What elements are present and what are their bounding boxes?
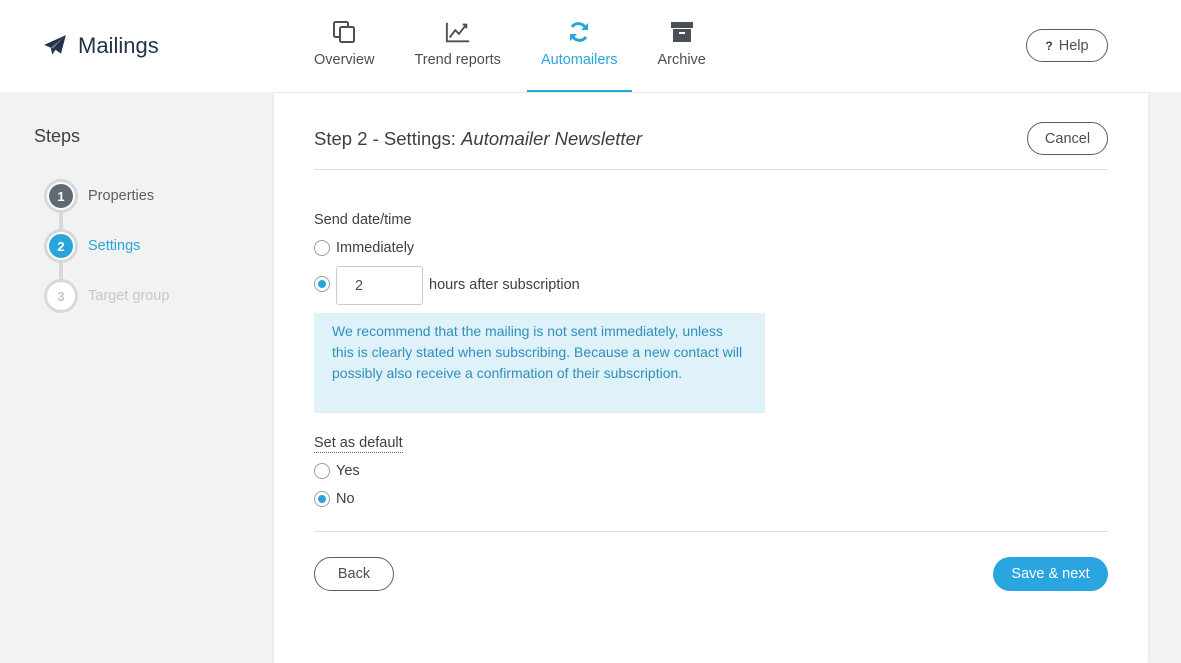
help-label: Help <box>1058 37 1089 54</box>
save-next-button[interactable]: Save & next <box>993 557 1108 591</box>
radio-button[interactable] <box>314 491 330 507</box>
radio-hours-after[interactable] <box>314 276 330 292</box>
refresh-icon <box>566 20 592 44</box>
top-bar: Mailings Overview Trend reports Automail… <box>0 0 1181 92</box>
step-properties[interactable]: 1 Properties <box>44 179 154 213</box>
nav-archive-label: Archive <box>657 52 706 68</box>
radio-default-yes[interactable]: Yes <box>314 463 360 479</box>
question-icon: ? <box>1045 38 1053 53</box>
step-number-badge: 1 <box>44 179 78 213</box>
step-number: 3 <box>49 284 73 308</box>
brand[interactable]: Mailings <box>42 33 159 59</box>
page-title: Step 2 - Settings: Automailer Newsletter <box>314 128 642 150</box>
nav-overview[interactable]: Overview <box>300 0 388 92</box>
copy-icon <box>331 20 357 44</box>
radio-immediately[interactable]: Immediately <box>314 240 414 256</box>
main-nav: Overview Trend reports Automailers Archi… <box>300 0 720 92</box>
step-number: 2 <box>49 234 73 258</box>
radio-no-label: No <box>336 491 355 507</box>
nav-trend-reports[interactable]: Trend reports <box>400 0 515 92</box>
step-label: Properties <box>88 188 155 204</box>
step-label: Settings <box>88 238 141 254</box>
hours-suffix-label: hours after subscription <box>429 277 580 293</box>
set-default-label: Set as default <box>314 435 403 453</box>
step-number: 1 <box>49 184 73 208</box>
radio-immediately-label: Immediately <box>336 240 415 256</box>
line-chart-icon <box>445 20 471 44</box>
step-number-badge: 3 <box>44 279 78 313</box>
cancel-button[interactable]: Cancel <box>1027 122 1108 155</box>
step-settings: 2 Settings <box>44 229 140 263</box>
nav-trend-reports-label: Trend reports <box>414 52 501 68</box>
radio-button[interactable] <box>314 463 330 479</box>
steps-title: Steps <box>34 126 81 146</box>
step-label: Target group <box>88 288 170 304</box>
settings-card: Step 2 - Settings: Automailer Newsletter… <box>274 93 1148 663</box>
radio-yes-label: Yes <box>336 463 360 479</box>
help-button[interactable]: ? Help <box>1026 29 1108 62</box>
header-divider <box>314 169 1108 170</box>
back-button[interactable]: Back <box>314 557 394 591</box>
step-number-badge: 2 <box>44 229 78 263</box>
radio-default-no[interactable]: No <box>314 491 355 507</box>
recommendation-info-box: We recommend that the mailing is not sen… <box>314 313 765 413</box>
automailer-name: Automailer Newsletter <box>461 128 643 149</box>
nav-automailers[interactable]: Automailers <box>526 0 632 92</box>
nav-automailers-label: Automailers <box>540 52 618 68</box>
nav-overview-label: Overview <box>314 52 375 68</box>
step-target-group: 3 Target group <box>44 279 169 313</box>
page-title-prefix: Step 2 - Settings: <box>314 128 462 149</box>
footer-divider <box>314 531 1108 532</box>
radio-button[interactable] <box>314 276 330 292</box>
archive-icon <box>669 20 695 44</box>
hours-input[interactable] <box>336 266 423 305</box>
send-datetime-label: Send date/time <box>314 212 412 228</box>
nav-archive[interactable]: Archive <box>644 0 720 92</box>
app-title: Mailings <box>78 33 159 58</box>
radio-button[interactable] <box>314 240 330 256</box>
paper-plane-icon <box>44 35 66 55</box>
